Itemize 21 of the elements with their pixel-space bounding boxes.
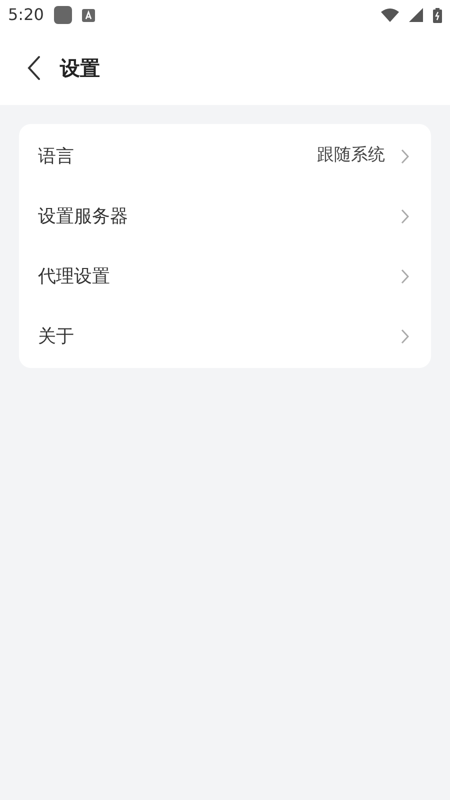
item-value: 跟随系统: [317, 144, 385, 168]
chevron-icon: [401, 268, 409, 284]
page-title: 设置: [60, 54, 100, 82]
battery-icon: [433, 8, 442, 22]
signal-icon: [409, 8, 423, 22]
settings-item[interactable]: 关于: [19, 306, 431, 366]
item-label: 设置服务器: [38, 204, 129, 228]
settings-item[interactable]: 设置服务器: [19, 186, 431, 246]
item-label: 关于: [38, 324, 75, 348]
app-icon: [82, 8, 95, 22]
settings-item[interactable]: 语言 跟随系统: [19, 126, 431, 186]
status-time: 5:20: [8, 4, 44, 26]
item-label: 代理设置: [38, 264, 111, 288]
app-icon: [54, 6, 72, 24]
item-label: 语言: [38, 144, 75, 168]
settings-item[interactable]: 代理设置: [19, 246, 431, 306]
chevron-icon: [401, 208, 409, 224]
wifi-icon: [381, 8, 399, 22]
back-icon: [27, 54, 41, 80]
chevron-icon: [401, 148, 409, 164]
chevron-icon: [401, 328, 409, 344]
